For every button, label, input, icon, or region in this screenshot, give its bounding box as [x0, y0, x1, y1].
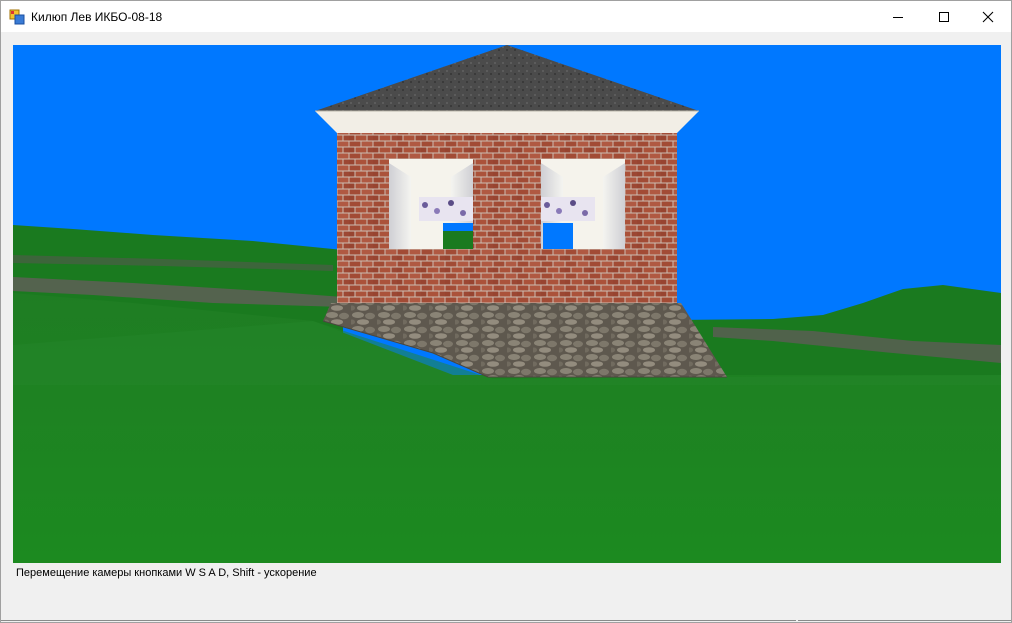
minimize-icon	[892, 11, 904, 23]
status-label: Перемещение камеры кнопками W S A D, Shi…	[16, 567, 317, 579]
status-divider	[1, 620, 796, 621]
window-left	[389, 159, 473, 249]
app-window: Килюп Лев ИКБО-08-18 Перемещение камеры …	[0, 0, 1012, 623]
close-icon	[982, 11, 994, 23]
roof-trim	[315, 111, 699, 133]
scene-canvas	[13, 45, 1001, 563]
close-button[interactable]	[965, 1, 1011, 32]
window-title: Килюп Лев ИКБО-08-18	[31, 10, 163, 24]
window-right	[541, 159, 625, 249]
maximize-icon	[938, 11, 950, 23]
app-window-icon[interactable]	[9, 9, 25, 25]
3d-viewport[interactable]	[13, 45, 1001, 563]
maximize-button[interactable]	[921, 1, 967, 32]
house-wall-tint	[337, 115, 677, 303]
minimize-button[interactable]	[875, 1, 921, 32]
status-divider-right	[798, 620, 1011, 621]
title-bar[interactable]: Килюп Лев ИКБО-08-18	[1, 1, 1011, 32]
